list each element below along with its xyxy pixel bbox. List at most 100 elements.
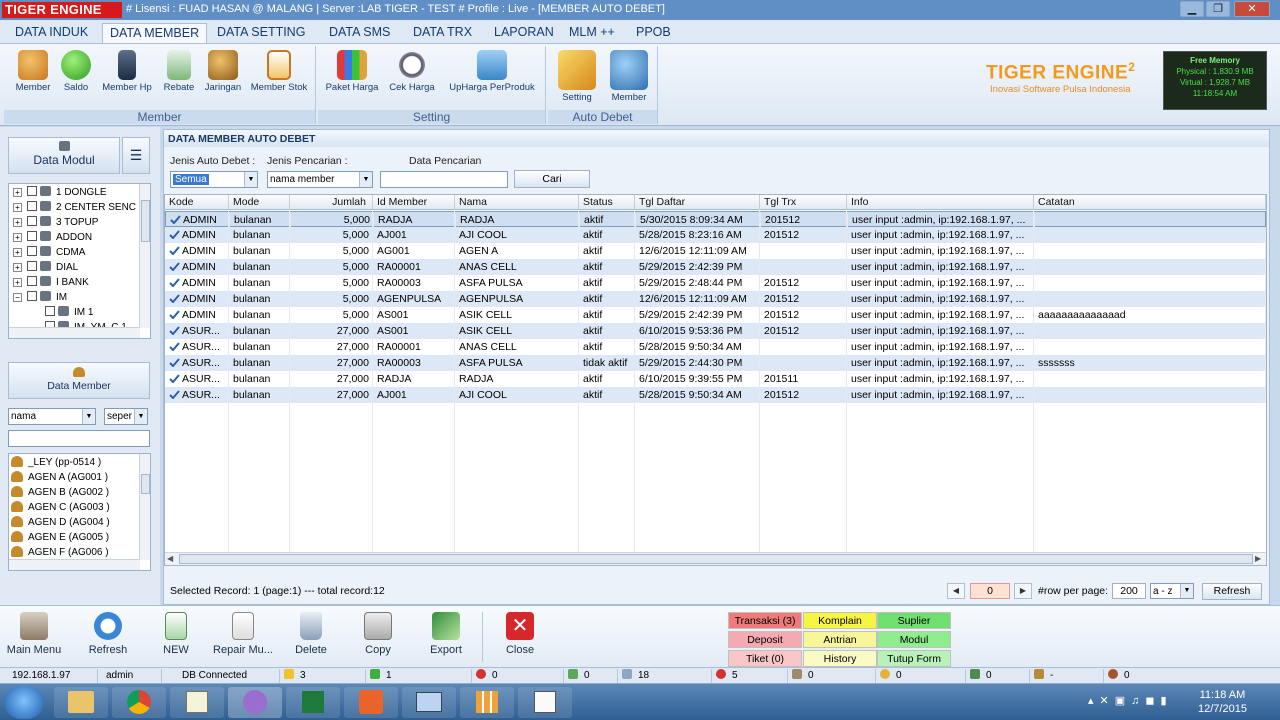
quick-action-button[interactable]: Antrian — [803, 631, 877, 648]
table-row[interactable]: ASUR... bulanan 27,000 RADJA RADJA aktif 6/10/… — [165, 371, 1266, 387]
table-row[interactable]: ASUR... bulanan 27,000 AJ001 AJI COOL aktif 5/… — [165, 387, 1266, 403]
quick-action-button[interactable]: Suplier — [877, 612, 951, 629]
ribbon-saldo-button[interactable]: Saldo — [56, 50, 96, 93]
close-button[interactable]: ✕ Close — [494, 612, 546, 656]
quick-action-button[interactable]: Komplain — [803, 612, 877, 629]
data-modul-header[interactable]: Data Modul — [8, 137, 120, 174]
member-search-field-select[interactable]: nama ▼ — [8, 408, 96, 425]
member-list-hscrollbar[interactable] — [9, 559, 140, 570]
table-row[interactable]: ADMIN bulanan 5,000 RADJA RADJA aktif 5/30/201… — [165, 211, 1266, 228]
column-header[interactable]: Kode — [165, 195, 229, 210]
start-button[interactable] — [4, 686, 44, 719]
checkbox[interactable] — [27, 231, 37, 241]
cari-button[interactable]: Cari — [514, 170, 590, 188]
modul-tree-item[interactable]: +3 TOPUP — [9, 215, 150, 230]
ribbon-paket-harga-button[interactable]: Paket Harga — [320, 50, 384, 93]
column-header[interactable]: Status — [579, 195, 635, 210]
tree-hscrollbar[interactable] — [9, 327, 140, 338]
sort-select[interactable]: a - z ▼ — [1150, 583, 1194, 599]
list-menu-icon[interactable]: ☰ — [122, 137, 150, 174]
menu-ppob[interactable]: PPOB — [629, 23, 678, 43]
table-row[interactable]: ADMIN bulanan 5,000 AGENPULSA AGENPULSA aktif… — [165, 291, 1266, 307]
modul-tree-item[interactable]: + I BANK — [9, 275, 150, 290]
member-list-scrollbar[interactable] — [139, 454, 150, 560]
grid-hscrollbar[interactable]: ◀ ▶ — [165, 552, 1266, 565]
page-number-input[interactable]: 0 — [970, 583, 1010, 599]
expand-toggle-icon[interactable]: + — [13, 218, 22, 227]
table-row[interactable]: ADMIN bulanan 5,000 RA00003 ASFA PULSA aktif 5… — [165, 275, 1266, 291]
ribbon-member-hp-button[interactable]: Member Hp — [96, 50, 158, 93]
quick-action-button[interactable]: Tutup Form — [877, 650, 951, 667]
rows-per-page-input[interactable]: 200 — [1112, 583, 1146, 599]
menu-data-sms[interactable]: DATA SMS — [322, 23, 397, 43]
ribbon-rebate-button[interactable]: Rebate — [158, 50, 200, 93]
quick-action-button[interactable]: History — [803, 650, 877, 667]
table-row[interactable]: ASUR... bulanan 27,000 RA00003 ASFA PULSA tid… — [165, 355, 1266, 371]
checkbox[interactable] — [45, 306, 55, 316]
expand-toggle-icon[interactable]: + — [13, 233, 22, 242]
refresh-button[interactable]: Refresh — [80, 612, 136, 656]
quick-action-button[interactable]: Tiket (0) — [728, 650, 802, 667]
menu-data-induk[interactable]: DATA INDUK — [8, 23, 95, 43]
ribbon-jaringan-button[interactable]: Jaringan — [200, 50, 246, 93]
modul-tree-item[interactable]: − IM — [9, 290, 150, 305]
member-list-item[interactable]: _LEY (pp-0514 ) — [9, 455, 150, 470]
menu-data-trx[interactable]: DATA TRX — [406, 23, 479, 43]
table-row[interactable]: ASUR... bulanan 27,000 AS001 ASIK CELL aktif 6… — [165, 323, 1266, 339]
column-header[interactable]: Mode — [229, 195, 290, 210]
minimize-button[interactable]: ▁ — [1180, 1, 1204, 17]
member-list-item[interactable]: AGEN F (AG006 ) — [9, 545, 150, 560]
checkbox[interactable] — [27, 201, 37, 211]
ribbon-autodebet-member-button[interactable]: Member — [604, 50, 654, 103]
menu-mlm[interactable]: MLM ++ — [562, 23, 622, 43]
expand-toggle-icon[interactable]: + — [13, 263, 22, 272]
checkbox[interactable] — [27, 261, 37, 271]
modul-tree-item[interactable]: + CDMA — [9, 245, 150, 260]
member-list-item[interactable]: AGEN E (AG005 ) — [9, 530, 150, 545]
refresh-grid-button[interactable]: Refresh — [1202, 583, 1262, 600]
repair-button[interactable]: Repair Mu... — [210, 612, 276, 656]
taskbar-doc-app[interactable] — [518, 687, 572, 718]
table-row[interactable]: ADMIN bulanan 5,000 RA00001 ANAS CELL aktif 5/… — [165, 259, 1266, 275]
menu-data-member[interactable]: DATA MEMBER — [102, 23, 208, 43]
scroll-right-icon[interactable]: ▶ — [1255, 554, 1261, 563]
member-list-item[interactable]: AGEN B (AG002 ) — [9, 485, 150, 500]
member-search-input[interactable] — [8, 430, 150, 447]
expand-toggle-icon[interactable]: + — [13, 203, 22, 212]
column-header[interactable]: Catatan — [1034, 195, 1266, 210]
new-button[interactable]: NEW — [150, 612, 202, 656]
checkbox[interactable] — [27, 246, 37, 256]
quick-action-button[interactable]: Transaksi (3) — [728, 612, 802, 629]
expand-toggle-icon[interactable]: − — [13, 293, 22, 302]
main-menu-button[interactable]: Main Menu — [2, 612, 66, 656]
checkbox[interactable] — [27, 291, 37, 301]
ribbon-setting-button[interactable]: Setting — [552, 50, 602, 103]
checkbox[interactable] — [27, 186, 37, 196]
next-page-button[interactable]: ▶ — [1014, 583, 1032, 599]
member-list-item[interactable]: AGEN C (AG003 ) — [9, 500, 150, 515]
column-header[interactable]: Tgl Daftar — [635, 195, 760, 210]
table-row[interactable]: ADMIN bulanan 5,000 AS001 ASIK CELL aktif 5/29… — [165, 307, 1266, 323]
jenis-pencarian-select[interactable]: nama member ▼ — [267, 171, 373, 188]
scroll-left-icon[interactable]: ◀ — [167, 554, 173, 563]
system-clock[interactable]: 11:18 AM 12/7/2015 — [1198, 688, 1247, 716]
modul-tree-item[interactable]: +2 CENTER SENC — [9, 200, 150, 215]
member-list-item[interactable]: AGEN A (AG001 ) — [9, 470, 150, 485]
ribbon-member-button[interactable]: Member — [8, 50, 58, 93]
data-member-header[interactable]: Data Member — [8, 362, 150, 399]
taskbar-explorer[interactable] — [54, 687, 108, 718]
modul-tree-item[interactable]: + ADDON — [9, 230, 150, 245]
member-search-mode-select[interactable]: seper ▼ — [104, 408, 148, 425]
modul-tree-item[interactable]: IM 1 — [9, 305, 150, 320]
expand-toggle-icon[interactable]: + — [13, 188, 22, 197]
delete-button[interactable]: Delete — [284, 612, 338, 656]
member-list-item[interactable]: AGEN D (AG004 ) — [9, 515, 150, 530]
modul-tree-item[interactable]: + DIAL — [9, 260, 150, 275]
export-button[interactable]: Export — [420, 612, 472, 656]
expand-toggle-icon[interactable]: + — [13, 278, 22, 287]
taskbar-window-app[interactable] — [402, 687, 456, 718]
column-header[interactable]: Info — [847, 195, 1034, 210]
taskbar-chrome[interactable] — [112, 687, 166, 718]
copy-button[interactable]: Copy — [352, 612, 404, 656]
checkbox[interactable] — [27, 216, 37, 226]
